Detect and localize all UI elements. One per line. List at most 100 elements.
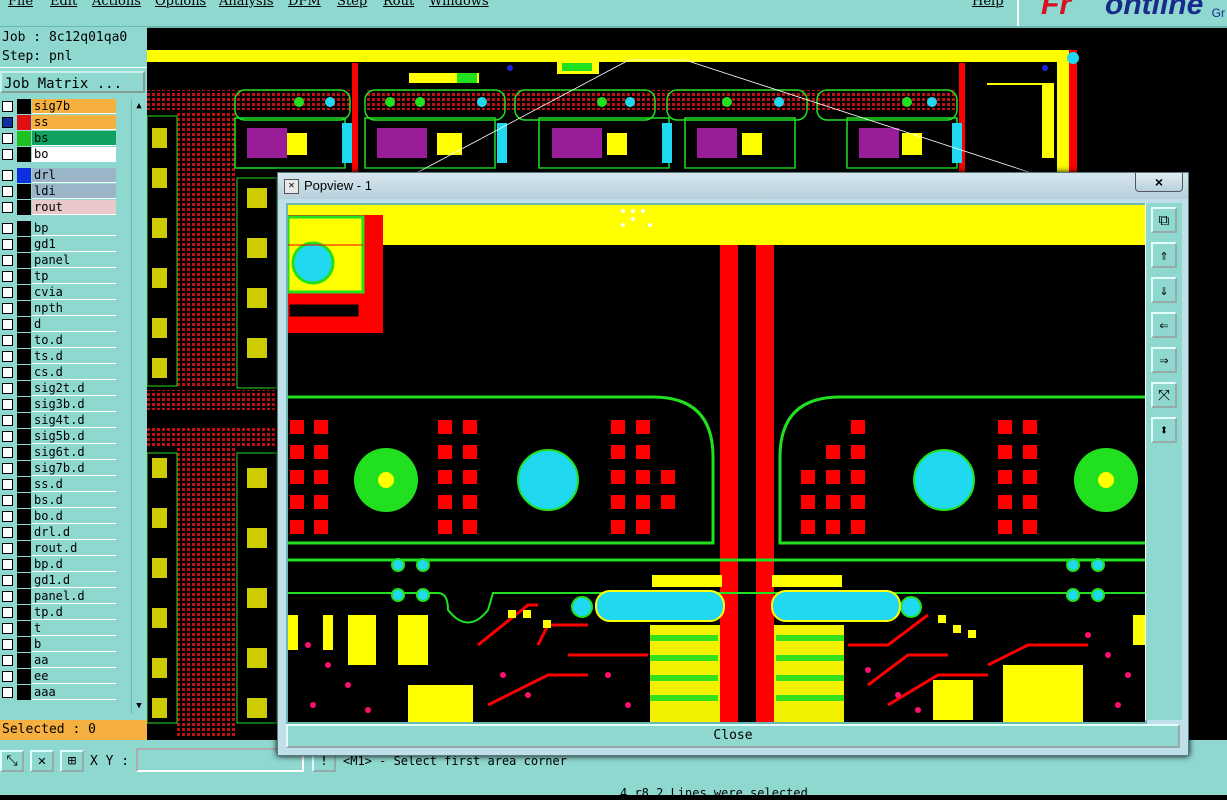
layer-checkbox[interactable] — [2, 431, 13, 442]
job-matrix-button[interactable]: Job Matrix ... — [0, 71, 145, 93]
layer-row-aa[interactable]: aa — [0, 653, 118, 668]
layer-name[interactable]: bs.d — [32, 493, 116, 508]
layer-checkbox[interactable] — [2, 623, 13, 634]
layer-color-swatch[interactable] — [17, 131, 31, 146]
layer-row-ss[interactable]: ss — [0, 115, 118, 130]
layer-checkbox[interactable] — [2, 591, 13, 602]
layer-name[interactable]: sig7b.d — [32, 461, 116, 476]
layer-color-swatch[interactable] — [17, 669, 31, 684]
layer-color-swatch[interactable] — [17, 541, 31, 556]
layer-checkbox[interactable] — [2, 671, 13, 682]
layer-row-bs[interactable]: bs — [0, 131, 118, 146]
down-icon[interactable]: ⇓ — [1151, 277, 1177, 303]
layer-checkbox[interactable] — [2, 479, 13, 490]
layer-color-swatch[interactable] — [17, 653, 31, 668]
zoom-icon[interactable]: ⬍ — [1151, 417, 1177, 443]
layer-checkbox[interactable] — [2, 687, 13, 698]
layer-name[interactable]: aaa — [32, 685, 116, 700]
layer-name[interactable]: ldi — [32, 184, 116, 199]
layer-color-swatch[interactable] — [17, 605, 31, 620]
layer-color-swatch[interactable] — [17, 493, 31, 508]
layer-name[interactable]: bs — [32, 131, 116, 146]
layer-checkbox[interactable] — [2, 351, 13, 362]
measure-tool-icon[interactable]: ✕ — [30, 750, 54, 772]
layer-row-bp-d[interactable]: bp.d — [0, 557, 118, 572]
layer-name[interactable]: cvia — [32, 285, 116, 300]
layer-checkbox[interactable] — [2, 511, 13, 522]
layer-color-swatch[interactable] — [17, 381, 31, 396]
layer-name[interactable]: d — [32, 317, 116, 332]
layer-name[interactable]: sig7b — [32, 99, 116, 114]
layer-name[interactable]: drl.d — [32, 525, 116, 540]
layer-checkbox[interactable] — [2, 271, 13, 282]
layer-row-sig3b-d[interactable]: sig3b.d — [0, 397, 118, 412]
layer-color-swatch[interactable] — [17, 573, 31, 588]
layer-row-ldi[interactable]: ldi — [0, 184, 118, 199]
layer-checkbox[interactable] — [2, 655, 13, 666]
layer-checkbox[interactable] — [2, 303, 13, 314]
layer-color-swatch[interactable] — [17, 637, 31, 652]
layer-name[interactable]: ee — [32, 669, 116, 684]
layer-name[interactable]: ts.d — [32, 349, 116, 364]
layer-scrollbar[interactable]: ▲ ▼ — [131, 99, 146, 714]
layer-name[interactable]: cs.d — [32, 365, 116, 380]
layer-color-swatch[interactable] — [17, 301, 31, 316]
menu-rout[interactable]: Rout — [383, 0, 414, 9]
layer-color-swatch[interactable] — [17, 461, 31, 476]
layer-checkbox[interactable] — [2, 319, 13, 330]
layer-row-aaa[interactable]: aaa — [0, 685, 118, 700]
layer-row-gd1[interactable]: gd1 — [0, 237, 118, 252]
layer-name[interactable]: ss — [32, 115, 116, 130]
layer-row-rout[interactable]: rout — [0, 200, 118, 215]
layer-checkbox[interactable] — [2, 101, 13, 112]
layer-name[interactable]: bp — [32, 221, 116, 236]
layer-name[interactable]: tp.d — [32, 605, 116, 620]
layer-row-panel-d[interactable]: panel.d — [0, 589, 118, 604]
layer-name[interactable]: gd1 — [32, 237, 116, 252]
layer-color-swatch[interactable] — [17, 621, 31, 636]
layer-checkbox[interactable] — [2, 463, 13, 474]
layer-color-swatch[interactable] — [17, 333, 31, 348]
layer-name[interactable]: drl — [32, 168, 116, 183]
layer-color-swatch[interactable] — [17, 525, 31, 540]
layer-color-swatch[interactable] — [17, 269, 31, 284]
layer-name[interactable]: npth — [32, 301, 116, 316]
menu-dfm[interactable]: DFM — [288, 0, 321, 9]
layer-checkbox[interactable] — [2, 543, 13, 554]
scroll-up-icon[interactable]: ▲ — [133, 100, 145, 112]
layer-color-swatch[interactable] — [17, 685, 31, 700]
layer-checkbox[interactable] — [2, 335, 13, 346]
layer-name[interactable]: aa — [32, 653, 116, 668]
layer-name[interactable]: rout.d — [32, 541, 116, 556]
layer-row-ss-d[interactable]: ss.d — [0, 477, 118, 492]
layer-name[interactable]: bp.d — [32, 557, 116, 572]
layer-row-b[interactable]: b — [0, 637, 118, 652]
layer-row-t[interactable]: t — [0, 621, 118, 636]
layer-color-swatch[interactable] — [17, 168, 31, 183]
layer-name[interactable]: panel.d — [32, 589, 116, 604]
layer-checkbox[interactable] — [2, 447, 13, 458]
layer-name[interactable]: sig2t.d — [32, 381, 116, 396]
layer-color-swatch[interactable] — [17, 413, 31, 428]
layer-name[interactable]: gd1.d — [32, 573, 116, 588]
layer-name[interactable]: bo.d — [32, 509, 116, 524]
layer-color-swatch[interactable] — [17, 397, 31, 412]
layer-row-sig2t-d[interactable]: sig2t.d — [0, 381, 118, 396]
menu-options[interactable]: Options — [155, 0, 206, 9]
layer-color-swatch[interactable] — [17, 509, 31, 524]
layer-row-rout-d[interactable]: rout.d — [0, 541, 118, 556]
layer-row-ee[interactable]: ee — [0, 669, 118, 684]
layer-row-npth[interactable]: npth — [0, 301, 118, 316]
layer-checkbox[interactable] — [2, 202, 13, 213]
layer-name[interactable]: b — [32, 637, 116, 652]
layer-color-swatch[interactable] — [17, 99, 31, 114]
layer-checkbox[interactable] — [2, 186, 13, 197]
layer-row-tp-d[interactable]: tp.d — [0, 605, 118, 620]
layer-color-swatch[interactable] — [17, 477, 31, 492]
layer-name[interactable]: rout — [32, 200, 116, 215]
layer-checkbox[interactable] — [2, 415, 13, 426]
layer-color-swatch[interactable] — [17, 589, 31, 604]
layer-name[interactable]: t — [32, 621, 116, 636]
menu-actions[interactable]: Actions — [92, 0, 141, 9]
layer-checkbox[interactable] — [2, 133, 13, 144]
